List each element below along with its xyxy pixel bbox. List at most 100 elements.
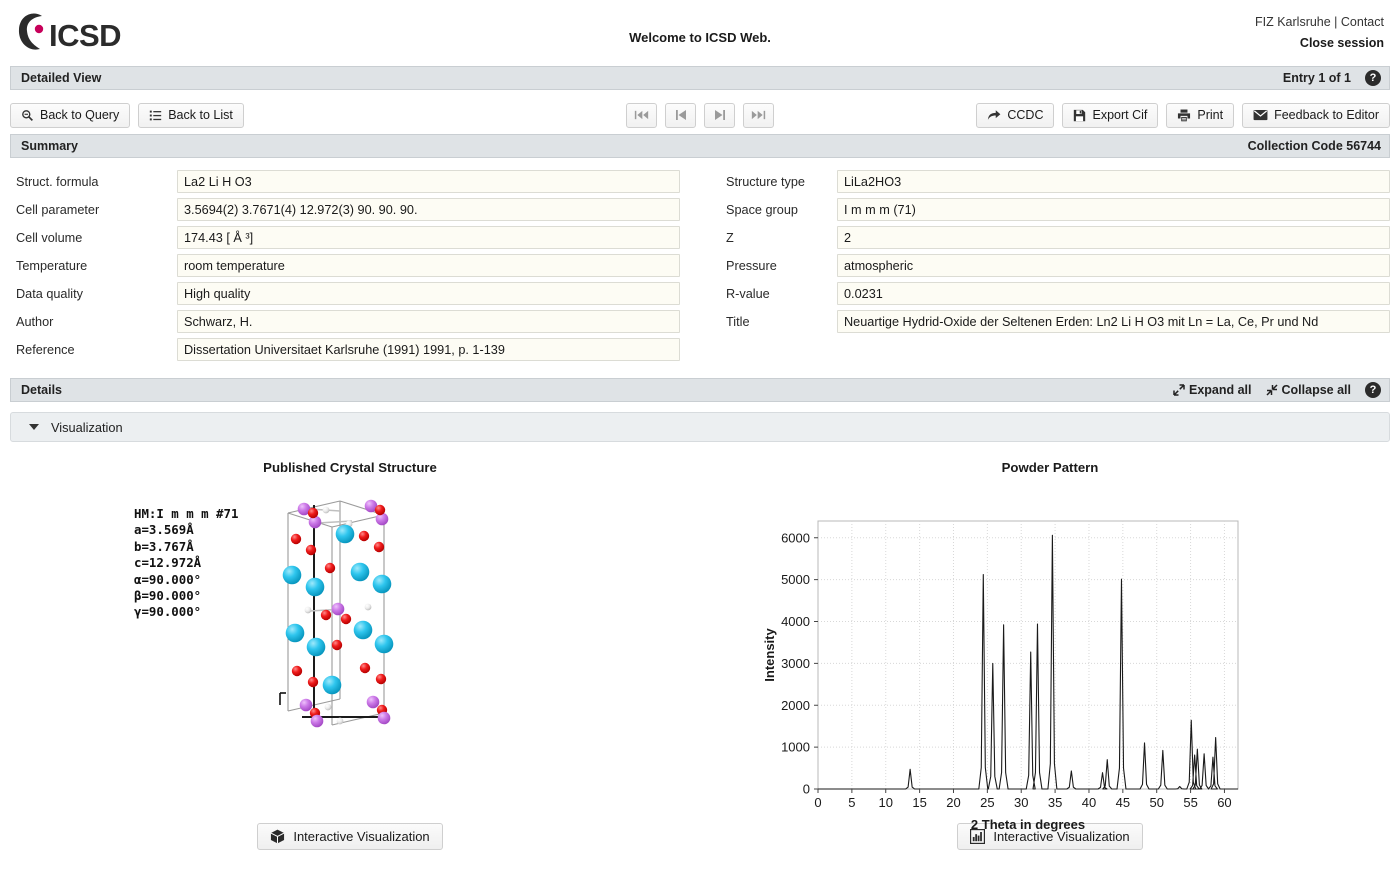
- svg-text:35: 35: [1048, 795, 1062, 810]
- field-label: Author: [16, 314, 54, 329]
- fiz-contact-links[interactable]: FIZ Karlsruhe | Contact: [1255, 12, 1384, 33]
- field-value[interactable]: atmospheric: [837, 254, 1390, 277]
- field-temperature: Temperature room temperature: [10, 252, 680, 279]
- feedback-label: Feedback to Editor: [1274, 108, 1379, 122]
- powder-pattern-panel: Powder Pattern 0 5 10 15 20 25 30 35 40 45 50 55 60 0…: [700, 460, 1400, 832]
- collapse-all-label: Collapse all: [1281, 383, 1351, 397]
- field-cell-parameter: Cell parameter 3.5694(2) 3.7671(4) 12.97…: [10, 196, 680, 223]
- record-navigation: [626, 102, 774, 128]
- back-to-query-label: Back to Query: [40, 108, 120, 122]
- field-value[interactable]: 0.0231: [837, 282, 1390, 305]
- field-author: Author Schwarz, H.: [10, 308, 680, 335]
- field-value[interactable]: Neuartige Hydrid-Oxide der Seltenen Erde…: [837, 310, 1390, 333]
- field-value[interactable]: Schwarz, H.: [177, 310, 680, 333]
- field-value[interactable]: LiLa2HO3: [837, 170, 1390, 193]
- powder-pattern-chart[interactable]: 0 5 10 15 20 25 30 35 40 45 50 55 60 0 1000 2000 3000 400…: [760, 507, 1250, 837]
- svg-text:0: 0: [803, 782, 810, 797]
- field-data-quality: Data quality High quality: [10, 280, 680, 307]
- collection-code: Collection Code 56744: [1247, 139, 1381, 153]
- svg-text:5: 5: [848, 795, 855, 810]
- svg-text:55: 55: [1183, 795, 1197, 810]
- crystal-structure-render[interactable]: [270, 493, 400, 743]
- nav-first-button[interactable]: [626, 102, 657, 128]
- field-label: R-value: [726, 286, 770, 301]
- step-forward-icon: [714, 110, 725, 120]
- top-header: ICSD Welcome to ICSD Web. FIZ Karlsruhe …: [0, 0, 1400, 66]
- feedback-to-editor-button[interactable]: Feedback to Editor: [1242, 102, 1390, 128]
- save-disk-icon: [1074, 109, 1086, 121]
- help-icon[interactable]: ?: [1365, 382, 1381, 398]
- crystal-structure-title: Published Crystal Structure: [263, 460, 437, 475]
- field-label: Space group: [726, 202, 798, 217]
- details-bar: Details Expand all Collapse all ?: [10, 378, 1390, 402]
- field-title: Title Neuartige Hydrid-Oxide der Seltene…: [720, 308, 1390, 335]
- print-button[interactable]: Print: [1166, 102, 1235, 128]
- cube-3d-icon: [271, 829, 285, 844]
- nav-previous-button[interactable]: [665, 102, 696, 128]
- printer-icon: [1178, 109, 1191, 121]
- chevron-down-icon: [29, 424, 39, 430]
- svg-text:30: 30: [1014, 795, 1028, 810]
- field-reference: Reference Dissertation Universitaet Karl…: [10, 336, 680, 363]
- powder-pattern-holder: 0 5 10 15 20 25 30 35 40 45 50 55 60 0 1000 2000 3000 400…: [700, 487, 1400, 832]
- export-cif-button[interactable]: Export Cif: [1062, 102, 1159, 128]
- print-label: Print: [1197, 108, 1224, 122]
- svg-text:6000: 6000: [781, 530, 810, 545]
- field-label: Temperature: [16, 258, 88, 273]
- close-session-link[interactable]: Close session: [1255, 33, 1384, 54]
- expand-arrows-icon: [1173, 384, 1185, 396]
- crystal-cell-info: HM:I m m m #71 a=3.569Å b=3.767Å c=12.97…: [134, 506, 239, 620]
- field-value[interactable]: I m m m (71): [837, 198, 1390, 221]
- field-space-group: Space group I m m m (71): [720, 196, 1390, 223]
- svg-text:20: 20: [946, 795, 960, 810]
- envelope-icon: [1253, 109, 1268, 121]
- field-value[interactable]: 174.43 [ Å ³]: [177, 226, 680, 249]
- field-structure-type: Structure type LiLa2HO3: [720, 168, 1390, 195]
- svg-text:1000: 1000: [781, 740, 810, 755]
- crystal-structure-holder: HM:I m m m #71 a=3.569Å b=3.767Å c=12.97…: [0, 493, 700, 813]
- header-right-links: FIZ Karlsruhe | Contact Close session: [1255, 12, 1384, 53]
- summary-bar: Summary Collection Code 56744: [10, 134, 1390, 158]
- field-value[interactable]: High quality: [177, 282, 680, 305]
- skip-to-start-icon: [634, 110, 649, 120]
- summary-title: Summary: [21, 139, 78, 153]
- svg-text:40: 40: [1082, 795, 1096, 810]
- field-value[interactable]: room temperature: [177, 254, 680, 277]
- back-to-query-button[interactable]: Back to Query: [10, 102, 131, 128]
- field-cell-volume: Cell volume 174.43 [ Å ³]: [10, 224, 680, 251]
- field-label: Z: [726, 230, 734, 245]
- svg-text:4000: 4000: [781, 614, 810, 629]
- field-value[interactable]: La2 Li H O3: [177, 170, 680, 193]
- skip-to-end-icon: [751, 110, 766, 120]
- search-icon: [22, 109, 33, 121]
- svg-text:15: 15: [912, 795, 926, 810]
- summary-left-column: Struct. formula La2 Li H O3 Cell paramet…: [10, 168, 680, 364]
- welcome-message: Welcome to ICSD Web.: [629, 30, 771, 45]
- nav-next-button[interactable]: [704, 102, 735, 128]
- share-arrow-icon: [988, 109, 1001, 120]
- details-title: Details: [21, 383, 62, 397]
- nav-last-button[interactable]: [743, 102, 774, 128]
- field-label: Cell parameter: [16, 202, 100, 217]
- svg-text:45: 45: [1116, 795, 1130, 810]
- help-icon[interactable]: ?: [1365, 70, 1381, 86]
- svg-text:2000: 2000: [781, 698, 810, 713]
- field-label: Cell volume: [16, 230, 83, 245]
- visualization-accordion-header[interactable]: Visualization: [10, 412, 1390, 442]
- svg-text:Intensity: Intensity: [762, 628, 777, 682]
- detailed-view-title: Detailed View: [21, 71, 102, 85]
- crystal-structure-panel: Published Crystal Structure HM:I m m m #…: [0, 460, 700, 813]
- collapse-arrows-icon: [1265, 384, 1278, 396]
- crystal-interactive-visualization-button[interactable]: Interactive Visualization: [257, 823, 443, 850]
- field-value[interactable]: Dissertation Universitaet Karlsruhe (199…: [177, 338, 680, 361]
- collapse-all-button[interactable]: Collapse all: [1265, 383, 1351, 397]
- ccdc-button[interactable]: CCDC: [976, 102, 1055, 128]
- expand-all-button[interactable]: Expand all: [1173, 383, 1252, 397]
- field-pressure: Pressure atmospheric: [720, 252, 1390, 279]
- powder-pattern-title: Powder Pattern: [1001, 460, 1099, 475]
- visualization-area: Published Crystal Structure HM:I m m m #…: [0, 460, 1400, 832]
- field-value[interactable]: 2: [837, 226, 1390, 249]
- field-value[interactable]: 3.5694(2) 3.7671(4) 12.972(3) 90. 90. 90…: [177, 198, 680, 221]
- back-to-list-button[interactable]: Back to List: [138, 102, 244, 128]
- crystal-interactive-visualization-label: Interactive Visualization: [293, 829, 430, 844]
